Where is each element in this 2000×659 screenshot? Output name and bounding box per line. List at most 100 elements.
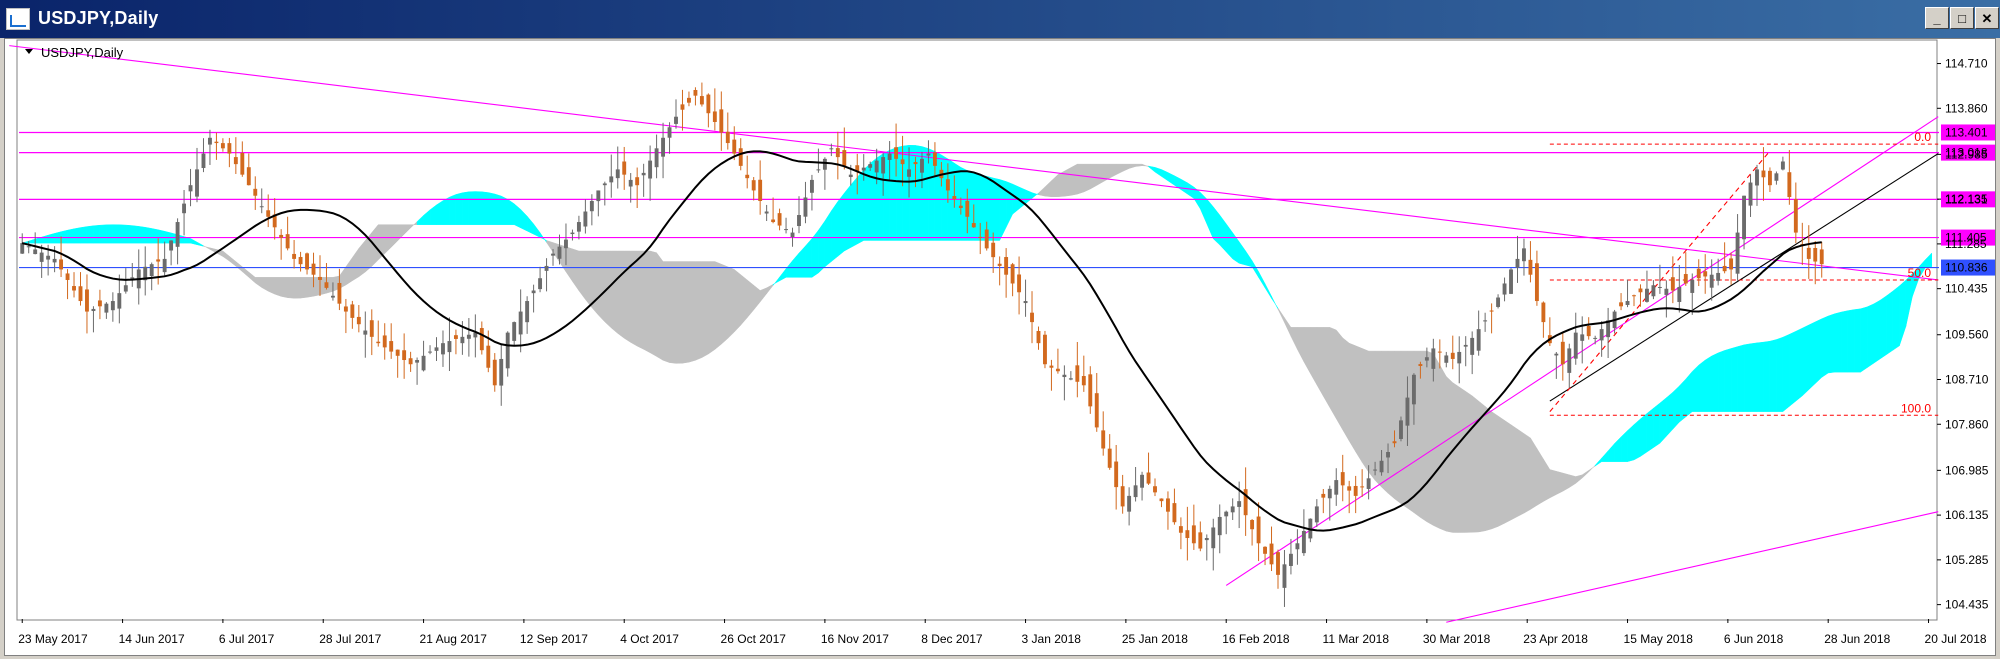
trendline[interactable]	[1446, 511, 1939, 623]
cloud-segment	[1323, 327, 1331, 409]
cloud-segment	[1465, 390, 1473, 533]
cloud-segment	[1297, 327, 1305, 362]
candle-body	[486, 345, 491, 368]
cloud-segment	[831, 200, 839, 263]
candle-body	[460, 336, 465, 344]
candle-body	[674, 116, 678, 124]
candle-body	[790, 232, 795, 238]
candle-body	[1424, 357, 1429, 361]
cloud-segment	[1206, 198, 1214, 239]
cloud-segment	[1640, 412, 1648, 457]
maximize-button[interactable]: □	[1950, 7, 1974, 29]
cloud-segment	[533, 223, 541, 238]
cloud-segment	[520, 208, 528, 232]
candle-body	[337, 282, 342, 304]
cloud-segment	[591, 250, 599, 316]
cloud-segment	[416, 214, 424, 225]
cloud-segment	[1905, 273, 1913, 327]
cloud-segment	[1471, 395, 1479, 533]
candle-body	[1399, 420, 1403, 439]
candle-body	[233, 157, 238, 165]
cloud-segment	[144, 227, 152, 244]
candle-body	[1515, 258, 1520, 268]
window-title-bar[interactable]: USDJPY,Daily _ □ ✕	[0, 0, 2000, 38]
candle-body	[1263, 546, 1267, 554]
cloud-segment	[753, 284, 761, 311]
cloud-segment	[1290, 327, 1298, 350]
candle-body	[466, 334, 471, 339]
cloud-segment	[1200, 191, 1208, 224]
candle-body	[343, 306, 348, 312]
cloud-segment	[462, 191, 470, 225]
legend-dropdown-icon[interactable]	[25, 49, 33, 54]
minimize-button[interactable]: _	[1925, 7, 1949, 29]
x-tick-label: 14 Jun 2017	[119, 632, 185, 646]
cloud-segment	[992, 177, 1000, 241]
close-button[interactable]: ✕	[1975, 7, 1999, 29]
cloud-segment	[119, 224, 127, 244]
candle-body	[318, 276, 322, 280]
cloud-segment	[1141, 163, 1149, 168]
candle-body	[978, 236, 983, 238]
cloud-segment	[1860, 306, 1868, 373]
candle-body	[1476, 329, 1481, 351]
window-title: USDJPY,Daily	[38, 8, 159, 28]
cloud-segment	[261, 277, 269, 292]
cloud-segment	[1213, 206, 1220, 246]
cloud-segment	[1219, 214, 1227, 253]
candle-body	[1483, 320, 1488, 322]
cloud-segment	[1575, 474, 1583, 484]
candle-body	[1560, 341, 1565, 365]
cloud-segment	[475, 191, 483, 225]
candle-body	[570, 232, 575, 235]
cloud-segment	[1070, 163, 1078, 196]
cloud-segment	[1769, 339, 1777, 412]
candle-body	[1036, 330, 1041, 344]
candle-body	[1230, 506, 1235, 513]
x-tick-label: 12 Sep 2017	[520, 632, 588, 646]
cloud-segment	[1620, 430, 1628, 462]
candle-body	[874, 160, 879, 173]
candle-body	[292, 253, 297, 259]
candle-body	[1379, 460, 1384, 473]
candle-body	[1217, 516, 1222, 536]
cloud-segment	[507, 198, 515, 225]
candle-body	[1541, 302, 1546, 323]
candle-body	[829, 148, 834, 150]
candle-body	[1645, 288, 1649, 302]
candle-body	[246, 167, 251, 186]
candle-body	[920, 158, 924, 173]
cloud-segment	[481, 191, 489, 225]
cloud-segment	[1044, 180, 1052, 198]
candle-body	[1347, 486, 1352, 491]
cloud-segment	[701, 261, 709, 358]
trendline[interactable]	[9, 45, 1939, 281]
candle-body	[803, 197, 808, 217]
cloud-segment	[1258, 271, 1266, 289]
cloud-segment	[844, 184, 852, 252]
cloud-segment	[695, 261, 703, 361]
candle-body	[1509, 269, 1513, 294]
candle-body	[732, 139, 737, 154]
cloud-segment	[1128, 163, 1136, 169]
cloud-segment	[617, 250, 625, 339]
price-chart[interactable]: 113.401113.018112.131111.405110.836 0.05…	[5, 39, 1995, 656]
cloud-segment	[1135, 163, 1143, 167]
cloud-segment	[1038, 186, 1046, 197]
cloud-segment	[1633, 418, 1641, 461]
x-tick-label: 16 Feb 2018	[1222, 632, 1290, 646]
candle-body	[499, 358, 504, 386]
cloud-segment	[636, 250, 644, 350]
candle-body	[712, 111, 717, 122]
candle-body	[583, 211, 588, 227]
cloud-segment	[1439, 364, 1447, 532]
candle-body	[628, 179, 633, 187]
cloud-segment	[106, 224, 114, 244]
candle-body	[1677, 286, 1682, 302]
candle-body	[706, 94, 711, 114]
candle-body	[1366, 478, 1371, 489]
cloud-segment	[1569, 474, 1576, 488]
candle-body	[59, 259, 64, 270]
cloud-segment	[1873, 299, 1881, 364]
cloud-segment	[1491, 411, 1499, 530]
